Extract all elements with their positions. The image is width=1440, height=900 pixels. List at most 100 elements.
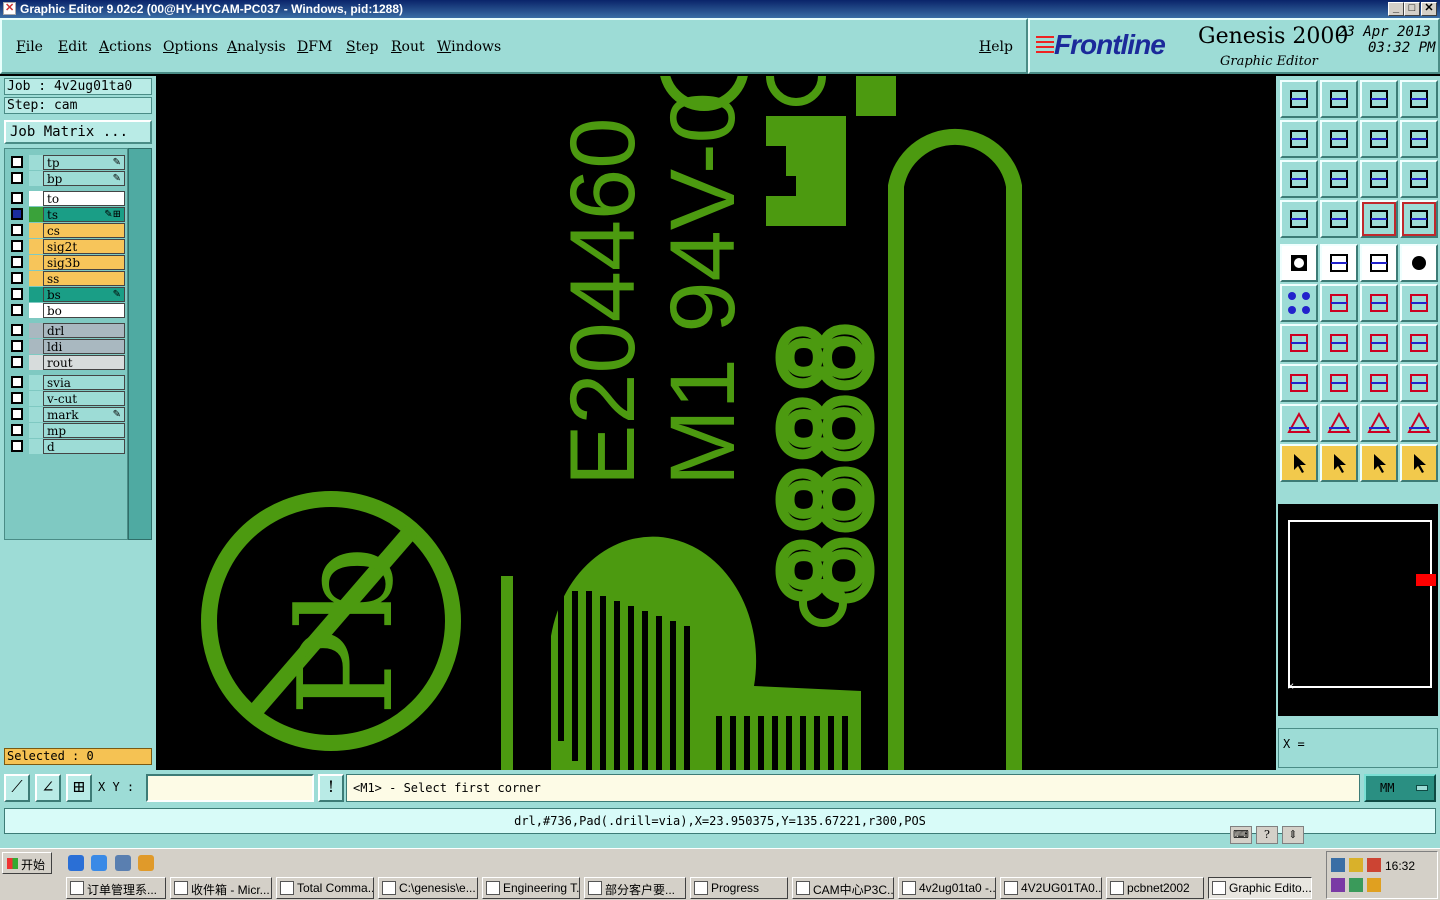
menu-actions[interactable]: Actions: [99, 39, 152, 55]
taskbar-item[interactable]: Total Comma...: [276, 877, 374, 899]
menu-help[interactable]: Help: [979, 39, 1013, 55]
layer-name[interactable]: bp ✎: [43, 171, 125, 186]
layer-row-drl[interactable]: drl: [9, 323, 125, 338]
triangle-select-button[interactable]: [1360, 404, 1398, 442]
layer-row-d[interactable]: d: [9, 439, 125, 454]
overview-map[interactable]: ×: [1287, 520, 1436, 692]
previous-view-button[interactable]: [1320, 80, 1358, 118]
menu-file[interactable]: File: [16, 39, 43, 55]
layer-compare-button[interactable]: [1400, 200, 1438, 238]
taskbar-item[interactable]: Progress: [690, 877, 788, 899]
menu-dfm[interactable]: DFM: [297, 39, 332, 55]
add-arc-button[interactable]: [1400, 284, 1438, 322]
desktop-icon[interactable]: [115, 855, 131, 871]
layer-checkbox[interactable]: [11, 256, 23, 268]
alert-button[interactable]: !: [318, 774, 344, 802]
layer-row-rout[interactable]: rout: [9, 355, 125, 370]
xy-input[interactable]: [146, 774, 314, 802]
layer-row-mp[interactable]: mp: [9, 423, 125, 438]
layer-name[interactable]: ts ✎⊞: [43, 207, 125, 222]
s-curve-button[interactable]: [1400, 120, 1438, 158]
maximize-button[interactable]: □: [1404, 2, 1420, 16]
layer-row-bo[interactable]: bo: [9, 303, 125, 318]
taskbar-item[interactable]: 4V2UG01TA0...: [1000, 877, 1102, 899]
outlook-icon[interactable]: [91, 855, 107, 871]
layer-name[interactable]: d: [43, 439, 125, 454]
taskbar-item[interactable]: 部分客户要...: [584, 877, 686, 899]
pointer-edit-button[interactable]: [1360, 444, 1398, 482]
units-select[interactable]: MM: [1364, 774, 1436, 802]
pointer-select-button[interactable]: [1320, 444, 1358, 482]
layer-row-sig2t[interactable]: sig2t: [9, 239, 125, 254]
layer-row-mark[interactable]: mark ✎: [9, 407, 125, 422]
layer-name[interactable]: to: [43, 191, 125, 206]
help-button[interactable]: [1400, 160, 1438, 198]
pan-right-button[interactable]: [1320, 120, 1358, 158]
layer-name[interactable]: drl: [43, 323, 125, 338]
scroll-arrows-icon[interactable]: ⇕: [1282, 826, 1304, 844]
taskbar-item[interactable]: 订单管理系...: [66, 877, 166, 899]
close-button[interactable]: ✕: [1421, 2, 1437, 16]
job-matrix-button[interactable]: Job Matrix ...: [4, 120, 152, 144]
layer-name[interactable]: ss: [43, 271, 125, 286]
net-button[interactable]: [1280, 284, 1318, 322]
layer-name[interactable]: sig2t: [43, 239, 125, 254]
menu-analysis[interactable]: Analysis: [227, 39, 286, 55]
layer-row-to[interactable]: to: [9, 191, 125, 206]
update-icon[interactable]: [1367, 878, 1381, 892]
pen-icon[interactable]: [1349, 858, 1363, 872]
layer-checkbox[interactable]: [11, 288, 23, 300]
measure-button[interactable]: [1280, 200, 1318, 238]
menu-windows[interactable]: Windows: [437, 39, 501, 55]
triangle-up-button[interactable]: [1320, 404, 1358, 442]
taskbar-item[interactable]: Engineering T...: [482, 877, 580, 899]
menu-rout[interactable]: Rout: [391, 39, 425, 55]
grid-snap-button[interactable]: ⊞: [66, 774, 92, 802]
layer-checkbox[interactable]: [11, 208, 23, 220]
mirror-button[interactable]: [1400, 324, 1438, 362]
keyboard-icon[interactable]: ⌨: [1230, 826, 1252, 844]
layer-checkbox[interactable]: [11, 340, 23, 352]
feature-button[interactable]: [1320, 200, 1358, 238]
cross-button[interactable]: [1320, 284, 1358, 322]
layer-name[interactable]: svia: [43, 375, 125, 390]
layer-name[interactable]: mp: [43, 423, 125, 438]
layer-row-bs[interactable]: bs ✎: [9, 287, 125, 302]
layer-checkbox[interactable]: [11, 272, 23, 284]
minus-button[interactable]: [1320, 364, 1358, 402]
close-icon[interactable]: [1331, 878, 1345, 892]
layer-checkbox[interactable]: [11, 324, 23, 336]
circle-button[interactable]: [1400, 244, 1438, 282]
layer-checkbox[interactable]: [11, 192, 23, 204]
taskbar-item[interactable]: 收件箱 - Micr...: [170, 877, 272, 899]
menu-options[interactable]: Options: [163, 39, 218, 55]
add-line-button[interactable]: [1360, 284, 1398, 322]
help-icon[interactable]: ?: [1256, 826, 1278, 844]
layer-checkbox[interactable]: [11, 440, 23, 452]
scale-button[interactable]: [1360, 160, 1398, 198]
route-button[interactable]: [1400, 444, 1438, 482]
layer-name[interactable]: v-cut: [43, 391, 125, 406]
minimize-button[interactable]: _: [1388, 2, 1404, 16]
start-button[interactable]: 开始: [2, 852, 52, 874]
snap-button[interactable]: [1280, 364, 1318, 402]
snap-angle-button[interactable]: ∠: [35, 774, 61, 802]
layer-checkbox[interactable]: [11, 392, 23, 404]
layer-display-button[interactable]: [1360, 200, 1398, 238]
clock-icon[interactable]: [138, 855, 154, 871]
layer-checkbox[interactable]: [11, 424, 23, 436]
angle-button[interactable]: [1280, 324, 1318, 362]
network-icon[interactable]: [1331, 858, 1345, 872]
slash-button[interactable]: [1320, 324, 1358, 362]
layer-checkbox[interactable]: [11, 356, 23, 368]
layer-row-sig3b[interactable]: sig3b: [9, 255, 125, 270]
shapes-button[interactable]: [1400, 364, 1438, 402]
layer-checkbox[interactable]: [11, 304, 23, 316]
layer-row-ldi[interactable]: ldi: [9, 339, 125, 354]
layer-checkbox[interactable]: [11, 156, 23, 168]
layer-row-svia[interactable]: svia: [9, 375, 125, 390]
pan-left-button[interactable]: [1280, 120, 1318, 158]
menu-step[interactable]: Step: [346, 39, 378, 55]
triangle-cut-button[interactable]: [1400, 404, 1438, 442]
alert-icon[interactable]: [1367, 858, 1381, 872]
